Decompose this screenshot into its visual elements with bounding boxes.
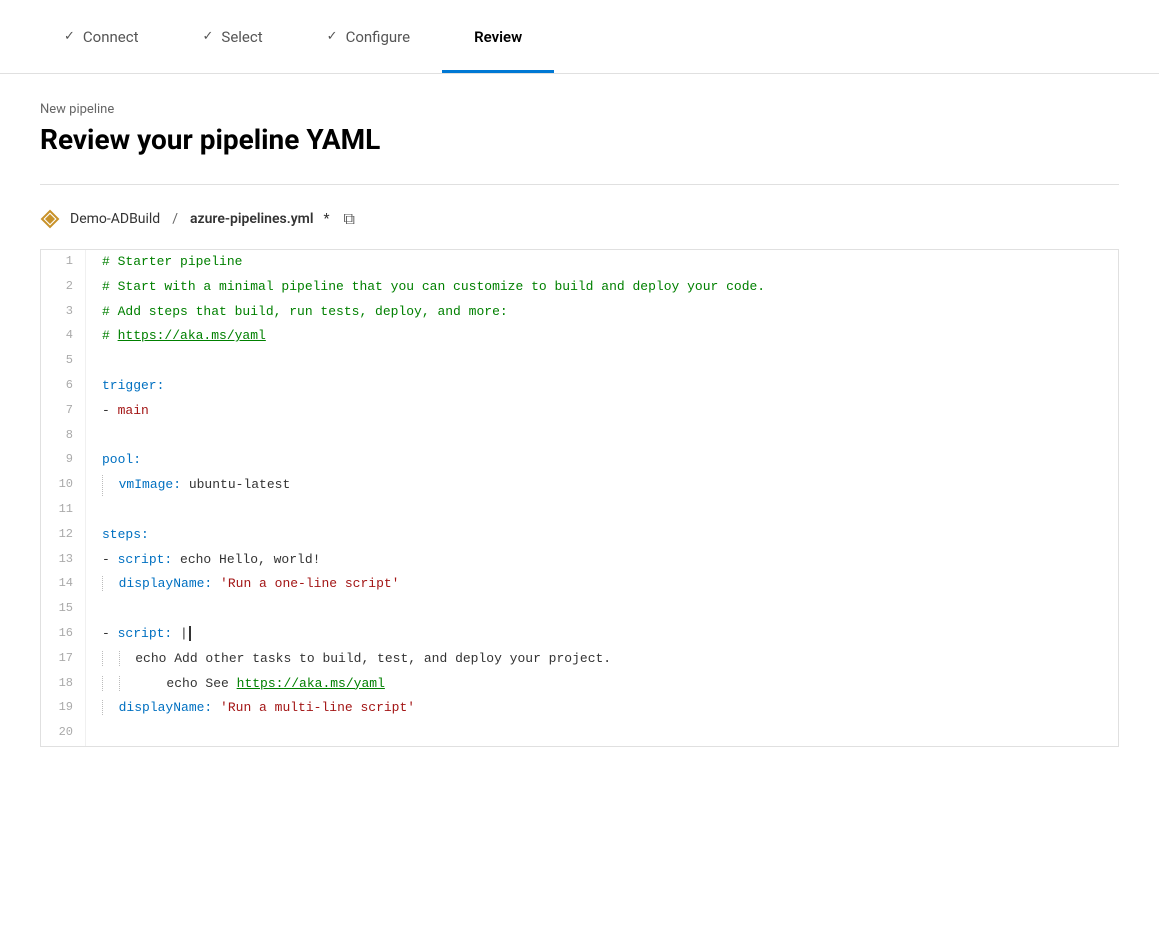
line-number: 10 — [41, 473, 86, 498]
code-line-2: 2# Start with a minimal pipeline that yo… — [41, 275, 1118, 300]
line-content[interactable]: # https://aka.ms/yaml — [86, 324, 1118, 349]
code-line-20: 20 — [41, 721, 1118, 746]
code-line-13: 13- script: echo Hello, world! — [41, 548, 1118, 573]
line-number: 7 — [41, 399, 86, 424]
file-modified: * — [323, 211, 329, 227]
wizard-step-configure-label: Configure — [346, 28, 411, 46]
line-number: 6 — [41, 374, 86, 399]
section-divider — [40, 184, 1119, 185]
line-content[interactable] — [86, 424, 1118, 449]
code-line-7: 7- main — [41, 399, 1118, 424]
file-separator: / — [172, 211, 178, 227]
line-content[interactable]: - script: | — [86, 622, 1118, 647]
line-number: 1 — [41, 250, 86, 275]
line-number: 2 — [41, 275, 86, 300]
line-content[interactable]: echo Add other tasks to build, test, and… — [86, 647, 1118, 672]
line-number: 4 — [41, 324, 86, 349]
code-line-17: 17 echo Add other tasks to build, test, … — [41, 647, 1118, 672]
code-line-14: 14 displayName: 'Run a one-line script' — [41, 572, 1118, 597]
line-number: 12 — [41, 523, 86, 548]
code-editor[interactable]: 1# Starter pipeline2# Start with a minim… — [40, 249, 1119, 747]
code-line-19: 19 displayName: 'Run a multi-line script… — [41, 696, 1118, 721]
line-content[interactable]: # Add steps that build, run tests, deplo… — [86, 300, 1118, 325]
line-content[interactable]: # Starter pipeline — [86, 250, 1118, 275]
code-line-10: 10 vmImage: ubuntu-latest — [41, 473, 1118, 498]
line-content[interactable] — [86, 349, 1118, 374]
line-content[interactable] — [86, 498, 1118, 523]
line-number: 20 — [41, 721, 86, 746]
wizard-step-select[interactable]: ✓ Select — [171, 0, 295, 73]
line-content[interactable]: steps: — [86, 523, 1118, 548]
file-header: Demo-ADBuild / azure-pipelines.yml * ⧉ — [40, 209, 1119, 229]
line-number: 3 — [41, 300, 86, 325]
line-number: 9 — [41, 448, 86, 473]
line-number: 15 — [41, 597, 86, 622]
code-line-11: 11 — [41, 498, 1118, 523]
line-number: 16 — [41, 622, 86, 647]
code-line-15: 15 — [41, 597, 1118, 622]
line-content[interactable]: displayName: 'Run a multi-line script' — [86, 696, 1118, 721]
code-line-1: 1# Starter pipeline — [41, 250, 1118, 275]
page-content: New pipeline Review your pipeline YAML D… — [0, 74, 1159, 775]
line-number: 8 — [41, 424, 86, 449]
line-number: 14 — [41, 572, 86, 597]
line-number: 11 — [41, 498, 86, 523]
line-content[interactable]: # Start with a minimal pipeline that you… — [86, 275, 1118, 300]
line-number: 18 — [41, 672, 86, 697]
wizard-step-review[interactable]: Review — [442, 0, 554, 73]
code-line-12: 12steps: — [41, 523, 1118, 548]
line-number: 5 — [41, 349, 86, 374]
wizard-step-select-label: Select — [221, 28, 262, 46]
line-content[interactable]: vmImage: ubuntu-latest — [86, 473, 1118, 498]
wizard-step-connect[interactable]: ✓ Connect — [32, 0, 171, 73]
wizard-step-configure[interactable]: ✓ Configure — [295, 0, 442, 73]
check-icon-connect: ✓ — [64, 29, 75, 44]
code-line-16: 16- script: | — [41, 622, 1118, 647]
line-number: 17 — [41, 647, 86, 672]
code-line-8: 8 — [41, 424, 1118, 449]
line-number: 19 — [41, 696, 86, 721]
line-content[interactable] — [86, 597, 1118, 622]
wizard-step-review-label: Review — [474, 28, 522, 46]
repo-name: Demo-ADBuild — [70, 211, 160, 227]
breadcrumb: New pipeline — [40, 102, 1119, 117]
code-line-3: 3# Add steps that build, run tests, depl… — [41, 300, 1118, 325]
code-line-18: 18 echo See https://aka.ms/yaml — [41, 672, 1118, 697]
wizard-header: ✓ Connect ✓ Select ✓ Configure Review — [0, 0, 1159, 74]
line-content[interactable]: - main — [86, 399, 1118, 424]
code-line-9: 9pool: — [41, 448, 1118, 473]
line-content[interactable]: pool: — [86, 448, 1118, 473]
line-content[interactable] — [86, 721, 1118, 746]
line-content[interactable]: trigger: — [86, 374, 1118, 399]
check-icon-configure: ✓ — [327, 29, 338, 44]
code-line-4: 4# https://aka.ms/yaml — [41, 324, 1118, 349]
check-icon-select: ✓ — [203, 29, 214, 44]
line-content[interactable]: displayName: 'Run a one-line script' — [86, 572, 1118, 597]
repo-icon — [40, 209, 60, 229]
line-number: 13 — [41, 548, 86, 573]
wizard-step-connect-label: Connect — [83, 28, 139, 46]
file-name: azure-pipelines.yml — [190, 211, 313, 227]
line-content[interactable]: echo See https://aka.ms/yaml — [86, 672, 1118, 697]
copy-icon[interactable]: ⧉ — [344, 209, 355, 229]
line-content[interactable]: - script: echo Hello, world! — [86, 548, 1118, 573]
code-line-6: 6trigger: — [41, 374, 1118, 399]
page-title: Review your pipeline YAML — [40, 123, 1119, 156]
code-line-5: 5 — [41, 349, 1118, 374]
